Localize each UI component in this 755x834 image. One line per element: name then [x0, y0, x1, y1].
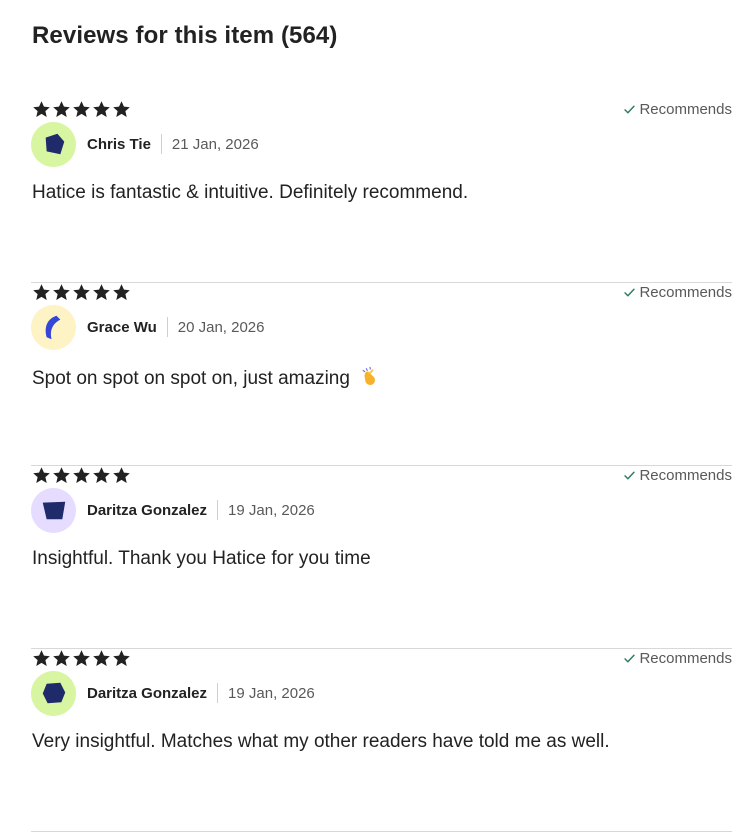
trapezoid-avatar-shape — [42, 501, 66, 519]
recommends-label: Recommends — [639, 467, 732, 484]
divider — [160, 134, 162, 154]
recommends-badge: Recommends — [623, 101, 732, 118]
star-icon — [93, 467, 110, 484]
review-item: Recommends Chris Tie 21 Jan, 2026 Hatice… — [31, 100, 732, 283]
check-icon — [624, 654, 636, 663]
avatar[interactable] — [31, 487, 76, 533]
avatar[interactable] — [31, 121, 76, 167]
review-item: Recommends Daritza Gonzalez 19 Jan, 2026… — [31, 466, 732, 649]
check-icon — [624, 471, 636, 480]
star-icon — [33, 467, 50, 484]
hexagon-avatar-shape — [42, 682, 66, 703]
reviewer-info: Grace Wu 20 Jan, 2026 — [31, 304, 265, 350]
divider — [217, 683, 219, 703]
reviewer-name[interactable]: Chris Tie — [87, 136, 151, 153]
pentagon-avatar-shape — [45, 133, 65, 154]
review-date: 20 Jan, 2026 — [177, 318, 265, 336]
star-icon — [93, 101, 110, 118]
star-icon — [53, 650, 70, 667]
recommends-badge: Recommends — [623, 284, 732, 301]
review-text-content: Spot on spot on spot on, just amazing — [32, 368, 350, 389]
reviewer-name[interactable]: Daritza Gonzalez — [87, 685, 207, 702]
clapping-hands-emoji-icon — [362, 366, 376, 385]
star-rating — [32, 649, 131, 668]
star-icon — [113, 101, 130, 118]
reviews-heading: Reviews for this item (564) — [32, 22, 338, 49]
review-text: Hatice is fantastic & intuitive. Definit… — [32, 182, 469, 203]
divider — [217, 500, 219, 520]
check-icon — [624, 105, 636, 114]
recommends-badge: Recommends — [623, 650, 732, 667]
check-icon — [624, 288, 636, 297]
star-icon — [73, 650, 90, 667]
star-icon — [93, 284, 110, 301]
review-text: Very insightful. Matches what my other r… — [32, 731, 610, 752]
review-date: 19 Jan, 2026 — [228, 501, 315, 519]
recommends-label: Recommends — [639, 101, 732, 118]
star-rating — [32, 466, 131, 485]
reviewer-name[interactable]: Grace Wu — [87, 319, 157, 336]
review-text: Insightful. Thank you Hatice for you tim… — [32, 548, 371, 569]
review-date: 19 Jan, 2026 — [228, 684, 315, 702]
star-icon — [73, 101, 90, 118]
reviews-section: Reviews for this item (564) Recommends C… — [0, 0, 755, 834]
avatar[interactable] — [31, 304, 76, 350]
reviewer-info: Daritza Gonzalez 19 Jan, 2026 — [31, 670, 315, 716]
star-icon — [113, 284, 130, 301]
crescent-avatar-shape — [45, 315, 61, 339]
review-item: Recommends Daritza Gonzalez 19 Jan, 2026… — [31, 649, 732, 832]
star-icon — [33, 284, 50, 301]
review-text: Spot on spot on spot on, just amazing — [32, 365, 381, 390]
star-icon — [53, 284, 70, 301]
star-icon — [113, 650, 130, 667]
recommends-label: Recommends — [639, 284, 732, 301]
reviewer-info: Chris Tie 21 Jan, 2026 — [31, 121, 259, 167]
recommends-badge: Recommends — [623, 467, 732, 484]
divider — [166, 317, 168, 337]
star-icon — [53, 467, 70, 484]
reviewer-name[interactable]: Daritza Gonzalez — [87, 502, 207, 519]
star-icon — [73, 284, 90, 301]
star-icon — [53, 101, 70, 118]
star-icon — [93, 650, 110, 667]
star-icon — [33, 101, 50, 118]
star-rating — [32, 283, 131, 302]
reviewer-info: Daritza Gonzalez 19 Jan, 2026 — [31, 487, 315, 533]
review-date: 21 Jan, 2026 — [171, 135, 259, 153]
star-icon — [113, 467, 130, 484]
star-icon — [33, 650, 50, 667]
recommends-label: Recommends — [639, 650, 732, 667]
review-item: Recommends Grace Wu 20 Jan, 2026 Spot on… — [31, 283, 732, 466]
star-icon — [73, 467, 90, 484]
avatar[interactable] — [31, 670, 76, 716]
star-rating — [32, 100, 131, 119]
